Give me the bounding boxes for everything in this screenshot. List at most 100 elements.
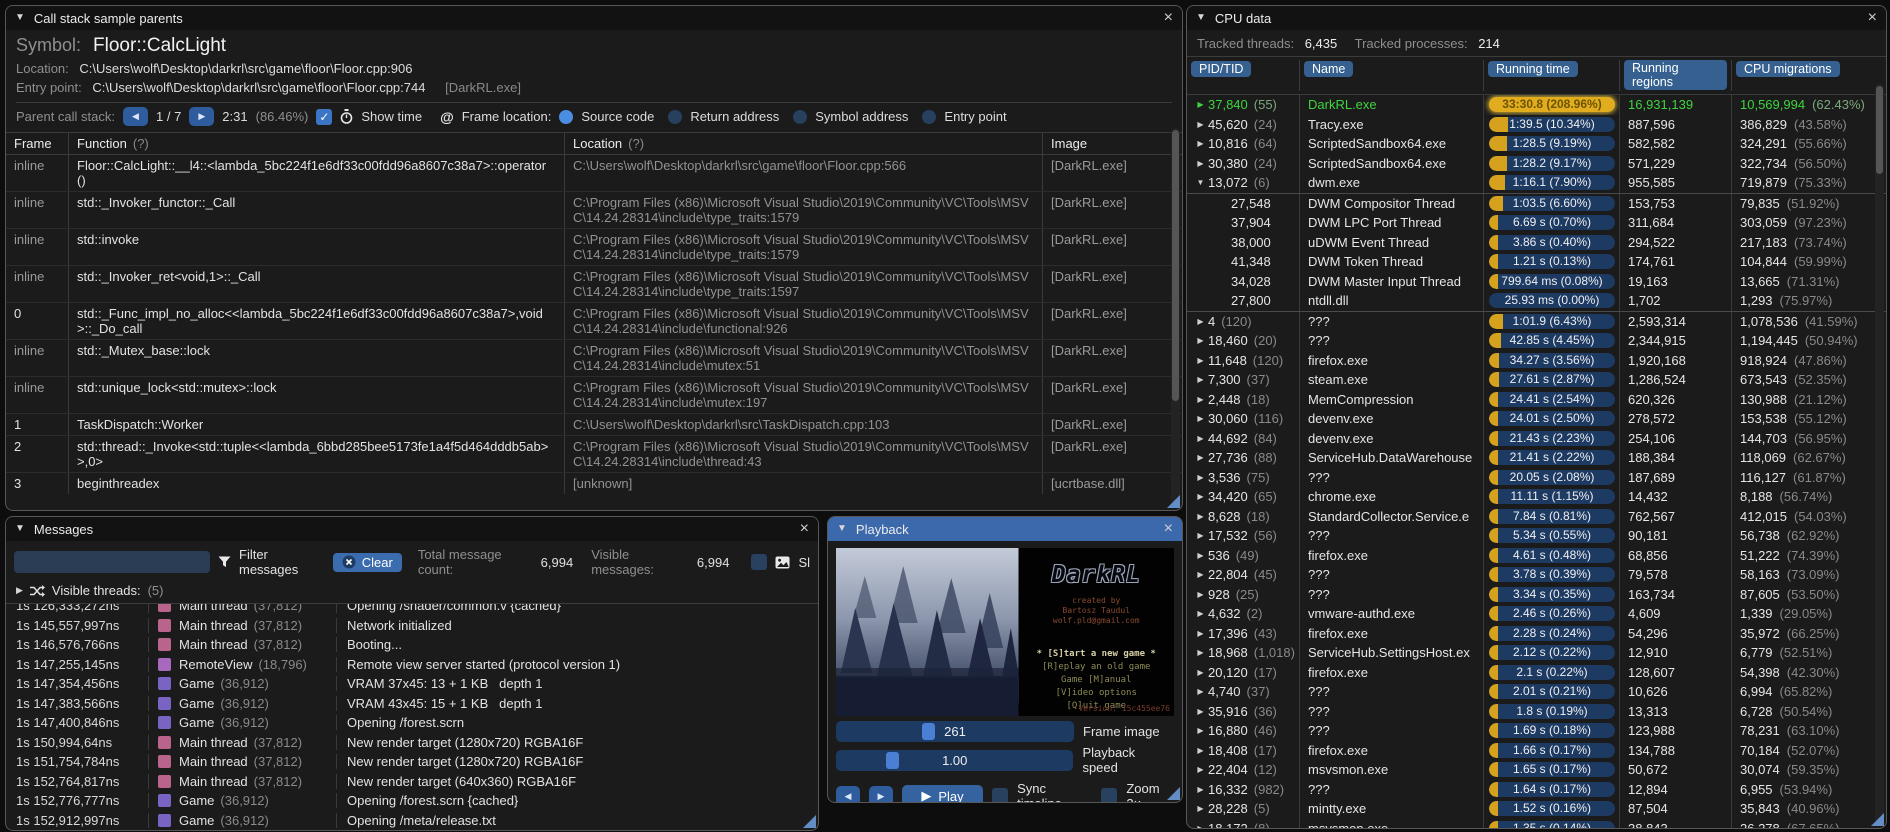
callstack-row[interactable]: inline std::invoke C:\Program Files (x86)\… — [6, 228, 1182, 265]
chevron-down-icon[interactable]: ▼ — [1193, 178, 1208, 187]
cpu-row[interactable]: ▶ 20,120 (17) firefox.exe 2.1 s (0.22%) 128,6… — [1187, 662, 1886, 682]
chevron-right-icon[interactable]: ▶ — [1193, 356, 1208, 365]
clear-button[interactable]: Clear — [332, 552, 402, 572]
radio-entry-point-label[interactable]: Entry point — [944, 109, 1006, 124]
callstack-row[interactable]: 1 TaskDispatch::Worker C:\Users\wolf\Deskt… — [6, 413, 1182, 435]
cpu-row[interactable]: ▶ 4 (120)??? 1:01.9 (6.43%) 2,593,314 1,078,5… — [1187, 311, 1886, 331]
cpu-row[interactable]: ▶ 35,916 (36)??? 1.8 s (0.19%) 13,313 6,728 (5… — [1187, 701, 1886, 721]
cpu-row[interactable]: ▶ 17,532 (56)??? 5.34 s (0.55%) 90,181 56,738… — [1187, 526, 1886, 546]
chevron-right-icon[interactable]: ▶ — [1193, 395, 1208, 404]
show-time-checkbox[interactable]: ✓ — [316, 108, 333, 125]
zoom-2x-checkbox[interactable] — [1101, 788, 1118, 802]
callstack-row[interactable]: inline std::_Invoker_ret<void,1>::_Call C:… — [6, 265, 1182, 302]
callstack-row[interactable]: 3 beginthreadex [unknown] [ucrtbase.dll] — [6, 472, 1182, 494]
expander-icon[interactable]: ▶ — [16, 585, 23, 596]
collapse-icon[interactable]: ▼ — [837, 524, 847, 534]
resize-grip[interactable] — [1167, 495, 1180, 508]
message-row[interactable]: 1s 150,994,64ns Main thread (37,812) New re… — [6, 733, 818, 753]
chevron-right-icon[interactable]: ▶ — [1193, 375, 1208, 384]
chevron-right-icon[interactable]: ▶ — [1193, 804, 1208, 813]
sync-timeline-checkbox[interactable] — [992, 788, 1009, 802]
callstack-scrollbar[interactable] — [1171, 128, 1180, 505]
play-button[interactable]: ▶ Play — [901, 784, 984, 802]
playback-speed-slider[interactable]: 1.00 — [836, 749, 1074, 771]
callstack-row[interactable]: 0 std::_Func_impl_no_alloc<<lambda_5bc224… — [6, 302, 1182, 339]
cpu-row[interactable]: ▶ 18,968 (1,018) ServiceHub.SettingsHost.ex… — [1187, 643, 1886, 663]
chevron-right-icon[interactable]: ▶ — [1193, 668, 1208, 677]
show-images-checkbox[interactable] — [751, 554, 768, 570]
cpu-row[interactable]: ▶ 2,448 (18) MemCompression 24.41 s (2.54%) 6… — [1187, 389, 1886, 409]
cpu-row[interactable]: ▶ 4,740 (37)??? 2.01 s (0.21%) 10,626 6,994 (6… — [1187, 682, 1886, 702]
chevron-right-icon[interactable]: ▶ — [1193, 551, 1208, 560]
frame-image-slider[interactable]: 261 — [836, 721, 1074, 742]
message-row[interactable]: 1s 146,576,766ns Main thread (37,812) Booti… — [6, 635, 818, 655]
message-row[interactable]: 1s 126,333,272ns Main thread (37,812) Openi… — [6, 604, 818, 616]
show-images-label[interactable]: Sl — [798, 555, 810, 570]
chevron-right-icon[interactable]: ▶ — [1193, 726, 1208, 735]
column-location[interactable]: Location (?) — [564, 133, 1042, 154]
cpu-row[interactable]: ▶ 18,172 (8) msvsmon.exe 1.35 s (0.14%) 38,84… — [1187, 818, 1886, 828]
cpu-row[interactable]: ▶ 27,736 (88) ServiceHub.DataWarehouse 21.41… — [1187, 448, 1886, 468]
radio-source-code-label[interactable]: Source code — [581, 109, 654, 124]
close-icon[interactable]: × — [1868, 10, 1877, 26]
cpu-row[interactable]: ▶ 10,816 (64) ScriptedSandbox64.exe 1:28.5 (… — [1187, 134, 1886, 154]
cpu-row[interactable]: ▶ 37,840 (55) DarkRL.exe 33:30.8 (208.96%) 16… — [1187, 95, 1886, 115]
cpu-row[interactable]: ▶ 30,060 (116) devenv.exe 24.01 s (2.50%) 278… — [1187, 409, 1886, 429]
visible-threads-label[interactable]: Visible threads: — [52, 583, 141, 598]
chevron-right-icon[interactable]: ▶ — [1193, 139, 1208, 148]
column-image[interactable]: Image — [1042, 133, 1182, 154]
message-row[interactable]: 1s 147,255,145ns RemoteView (18,796) Remote… — [6, 655, 818, 675]
message-row[interactable]: 1s 147,383,566ns Game (36,912) VRAM 43x45: … — [6, 694, 818, 714]
cpu-row[interactable]: ▶ 22,404 (12) msvsmon.exe 1.65 s (0.17%) 50,6… — [1187, 760, 1886, 780]
chevron-right-icon[interactable]: ▶ — [1193, 414, 1208, 423]
chevron-right-icon[interactable]: ▶ — [1193, 629, 1208, 638]
cpu-process-list[interactable]: ▶ 37,840 (55) DarkRL.exe 33:30.8 (208.96%) 16… — [1187, 95, 1886, 828]
chevron-right-icon[interactable]: ▶ — [1193, 785, 1208, 794]
column-function[interactable]: Function (?) — [68, 133, 564, 154]
message-row[interactable]: 1s 153,116,37nsGame(36,912)Intro menu lo… — [6, 830, 818, 831]
radio-return-address-label[interactable]: Return address — [690, 109, 779, 124]
chevron-right-icon[interactable]: ▶ — [1193, 590, 1208, 599]
cpu-row[interactable]: ▶ 28,228 (5) mintty.exe 1.52 s (0.16%) 87,504… — [1187, 799, 1886, 819]
prev-frame-button[interactable]: ◀ — [836, 785, 860, 802]
radio-symbol-address[interactable] — [793, 109, 808, 124]
prev-callstack-button[interactable]: ◀ — [123, 107, 148, 126]
collapse-icon[interactable]: ▼ — [15, 524, 25, 534]
callstack-row[interactable]: inline std::_Invoker_functor::_Call C:\Pro… — [6, 191, 1182, 228]
cpu-scrollbar[interactable] — [1875, 84, 1884, 823]
cpu-row[interactable]: ▶ 16,880 (46)??? 1.69 s (0.18%) 123,988 78,23… — [1187, 721, 1886, 741]
cpu-row[interactable]: 38,000 uDWM Event Thread 3.86 s (0.40%) 294… — [1187, 232, 1886, 252]
message-row[interactable]: 1s 152,912,997ns Game (36,912) Opening /met… — [6, 811, 818, 831]
cpu-row[interactable]: 41,348 DWM Token Thread 1.21 s (0.13%) 174,… — [1187, 252, 1886, 272]
column-cpu-migrations[interactable]: CPU migrations — [1736, 61, 1840, 77]
column-name[interactable]: Name — [1304, 61, 1354, 77]
cpu-row[interactable]: ▶ 45,620 (24) Tracy.exe 1:39.5 (10.34%) 887,5… — [1187, 114, 1886, 134]
chevron-right-icon[interactable]: ▶ — [1193, 336, 1208, 345]
messages-list[interactable]: 1s 126,333,272ns Main thread (37,812) Openi… — [6, 604, 818, 831]
cpu-row[interactable]: ▶ 8,628 (18) StandardCollector.Service.e 7.8… — [1187, 506, 1886, 526]
chevron-right-icon[interactable]: ▶ — [1193, 765, 1208, 774]
message-row[interactable]: 1s 151,754,784ns Main thread (37,812) New r… — [6, 752, 818, 772]
radio-source-code[interactable] — [559, 109, 574, 124]
message-row[interactable]: 1s 145,557,997ns Main thread (37,812) Netwo… — [6, 616, 818, 636]
chevron-right-icon[interactable]: ▶ — [1193, 453, 1208, 462]
chevron-right-icon[interactable]: ▶ — [1193, 570, 1208, 579]
collapse-icon[interactable]: ▼ — [1196, 13, 1206, 23]
chevron-right-icon[interactable]: ▶ — [1193, 531, 1208, 540]
cpu-row[interactable]: 27,548 DWM Compositor Thread 1:03.5 (6.60%… — [1187, 193, 1886, 213]
chevron-right-icon[interactable]: ▶ — [1193, 492, 1208, 501]
next-callstack-button[interactable]: ▶ — [189, 107, 215, 126]
chevron-right-icon[interactable]: ▶ — [1193, 434, 1208, 443]
message-row[interactable]: 1s 147,354,456ns Game (36,912) VRAM 37x45: … — [6, 674, 818, 694]
next-frame-button[interactable]: ▶ — [868, 785, 893, 802]
cpu-row[interactable]: ▶ 18,460 (20)??? 42.85 s (4.45%) 2,344,915 1,… — [1187, 331, 1886, 351]
close-icon[interactable]: × — [1164, 521, 1173, 537]
filter-input[interactable] — [14, 551, 210, 573]
chevron-right-icon[interactable]: ▶ — [1193, 824, 1208, 828]
chevron-right-icon[interactable]: ▶ — [1193, 512, 1208, 521]
cpu-row[interactable]: ▶ 928 (25)??? 3.34 s (0.35%) 163,734 87,605 (5… — [1187, 584, 1886, 604]
show-time-label[interactable]: Show time — [361, 109, 422, 124]
callstack-row[interactable]: 2 std::thread::_Invoke<std::tuple<<lambda… — [6, 435, 1182, 472]
cpu-row[interactable]: ▼ 13,072 (6) dwm.exe 1:16.1 (7.90%) 955,585 71… — [1187, 173, 1886, 194]
cpu-row[interactable]: ▶ 17,396 (43) firefox.exe 2.28 s (0.24%) 54,2… — [1187, 623, 1886, 643]
